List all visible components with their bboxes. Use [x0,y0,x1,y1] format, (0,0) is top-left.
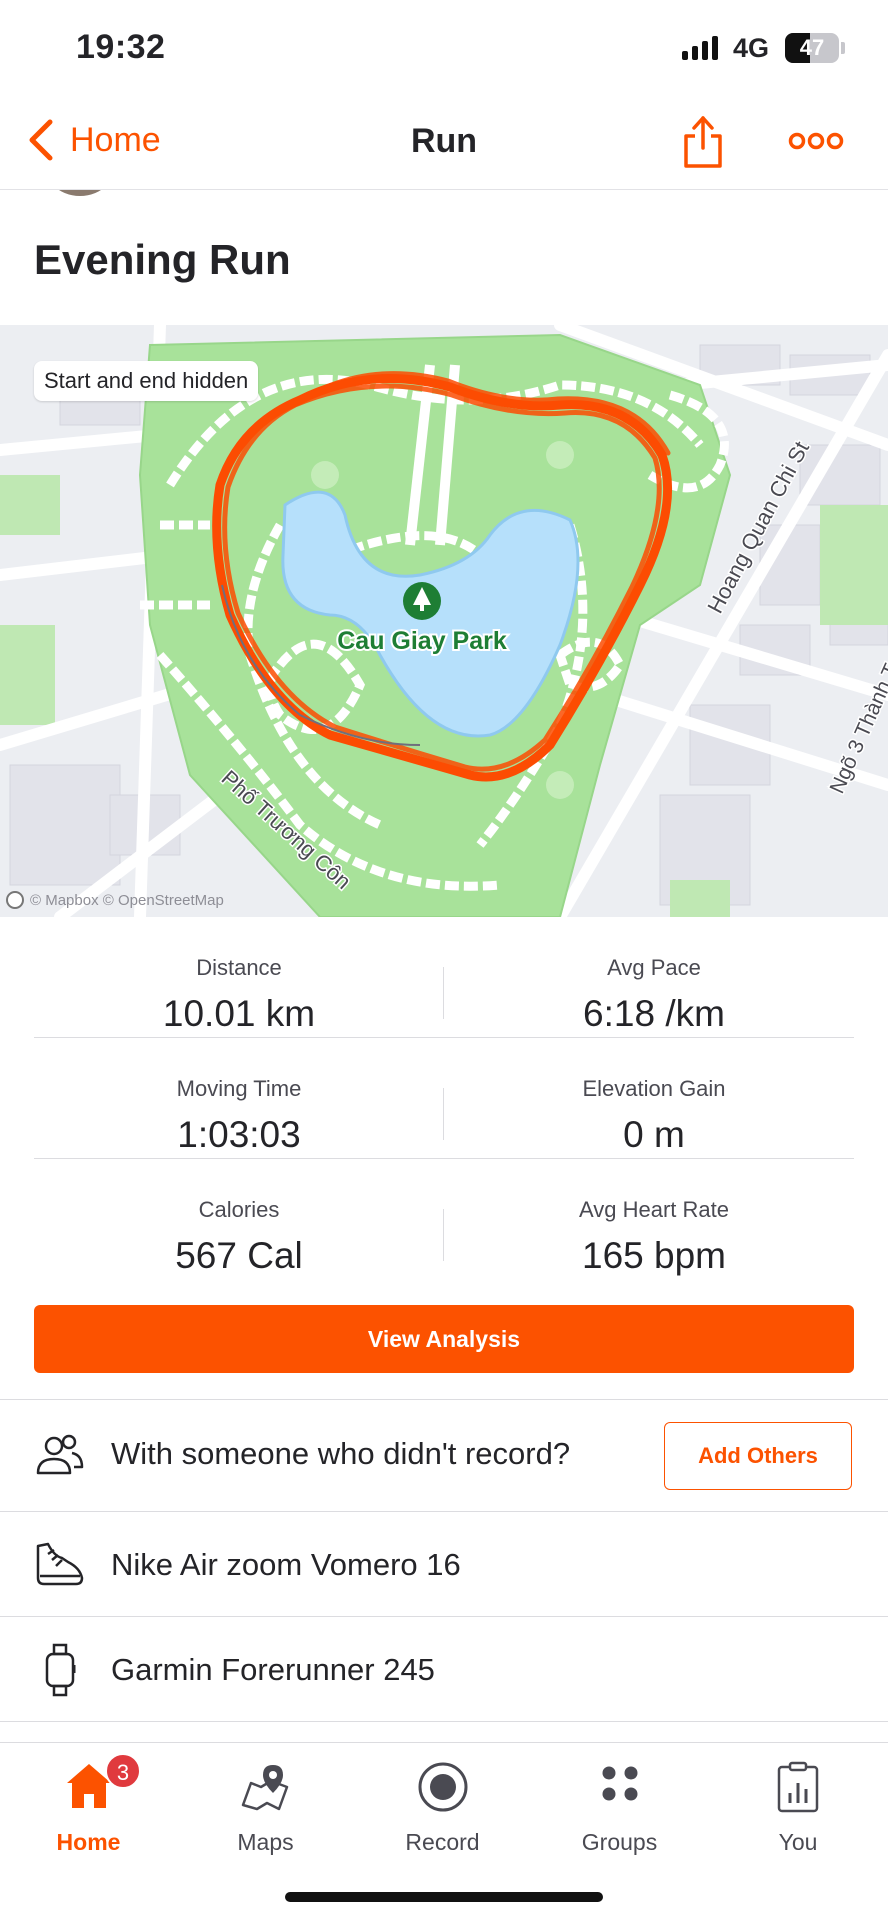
stat-moving-time: Moving Time 1:03:03 [34,1038,444,1156]
back-label: Home [70,120,161,159]
with-someone-text: With someone who didn't record? [111,1436,571,1471]
people-icon [36,1434,84,1475]
signal-icon [682,36,718,60]
maps-icon [241,1765,288,1811]
shoe-icon [36,1542,84,1586]
mapbox-logo-icon [6,891,24,909]
device-name: Garmin Forerunner 245 [111,1652,435,1687]
tab-label: Maps [237,1829,294,1855]
stat-value: 6:18 /km [583,993,725,1034]
stat-distance: Distance 10.01 km [34,917,444,1035]
gear-shoe-row[interactable]: Nike Air zoom Vomero 16 [0,1512,888,1616]
tab-maps[interactable]: Maps [177,1743,354,1873]
record-icon [418,1762,467,1812]
tab-home[interactable]: 3 Home [0,1743,177,1873]
attribution-text: © Mapbox © OpenStreetMap [30,891,224,909]
map-graphic: Cau Giay Park Hoang Quan Chi St Phố Trươ… [0,325,888,917]
network-type: 4G [733,33,770,63]
notification-badge: 3 [105,1753,141,1789]
tab-label: Groups [581,1829,658,1855]
stats-row-2: Moving Time 1:03:03 Elevation Gain 0 m [34,1038,854,1159]
battery-icon: 47 [785,33,839,63]
view-analysis-button[interactable]: View Analysis [34,1305,854,1373]
stats-row-1: Distance 10.01 km Avg Pace 6:18 /km [34,917,854,1038]
tab-label: Record [405,1829,480,1855]
stat-avg-pace: Avg Pace 6:18 /km [444,917,864,1035]
section-divider [0,1721,888,1722]
gear-device-row[interactable]: Garmin Forerunner 245 [0,1617,888,1721]
stat-value: 1:03:03 [177,1114,301,1155]
more-icon [788,132,844,150]
tab-record[interactable]: Record [354,1743,531,1873]
home-indicator [285,1892,603,1902]
add-others-button[interactable]: Add Others [664,1422,852,1490]
you-icon [777,1761,819,1813]
stat-value: 10.01 km [162,993,316,1034]
stat-value: 165 bpm [582,1235,726,1276]
navigation-bar: Home Run [0,96,888,190]
battery-level: 47 [799,35,825,60]
groups-icon [602,1766,637,1801]
privacy-chip: Start and end hidden [34,361,259,401]
share-button[interactable] [680,114,726,170]
watch-icon [45,1643,76,1697]
more-options-button[interactable] [788,126,844,156]
stat-label: Avg Heart Rate [578,1197,729,1222]
stat-label: Calories [198,1197,280,1222]
share-icon [684,116,722,168]
chevron-left-icon [29,119,53,161]
status-time: 19:32 [76,28,166,66]
stats-grid: Distance 10.01 km Avg Pace 6:18 /km Movi… [34,917,854,1280]
tab-label: You [778,1829,818,1855]
shoe-name: Nike Air zoom Vomero 16 [111,1547,461,1582]
tab-label: Home [56,1829,121,1855]
status-bar: 19:32 4G 47 [0,0,888,96]
activity-title: Evening Run [34,236,291,283]
stat-value: 0 m [623,1114,685,1155]
stat-label: Distance [196,955,282,980]
tab-groups[interactable]: Groups [531,1743,708,1873]
route-map[interactable]: Cau Giay Park Hoang Quan Chi St Phố Trươ… [0,325,888,917]
stat-calories: Calories 567 Cal [34,1159,444,1277]
back-button[interactable]: Home [26,118,161,162]
battery-cap [841,42,845,54]
stats-row-3: Calories 567 Cal Avg Heart Rate 165 bpm [34,1159,854,1280]
stat-label: Moving Time [176,1076,302,1101]
stat-label: Elevation Gain [582,1076,726,1101]
stat-elevation-gain: Elevation Gain 0 m [444,1038,864,1156]
park-label: Cau Giay Park [337,627,507,655]
stat-value: 567 Cal [175,1235,303,1276]
tab-you[interactable]: You [708,1743,888,1873]
stat-label: Avg Pace [607,955,701,980]
stat-avg-heart-rate: Avg Heart Rate 165 bpm [444,1159,864,1277]
map-attribution[interactable]: © Mapbox © OpenStreetMap [6,891,224,909]
